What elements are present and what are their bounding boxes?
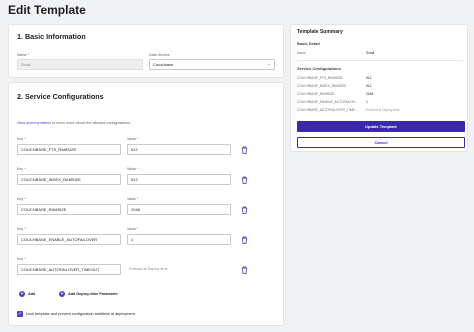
summary-title: Template Summary [297, 29, 343, 35]
key-label: Key * [17, 167, 26, 171]
deploy-time-value: Entered at Deploy time [129, 267, 168, 271]
key-label: Key * [17, 197, 26, 201]
value-input[interactable]: 512 [127, 174, 231, 185]
summary-config-value: 1 [366, 100, 368, 104]
plus-circle-icon: + [59, 291, 65, 297]
summary-config-key: COUCHBASE_AUTOFAILOVER_TIME... [297, 108, 358, 112]
value-input[interactable]: 512 [127, 144, 231, 155]
value-label: Value * [127, 137, 139, 141]
lock-template-label: Lock template and prevent configuration … [26, 312, 136, 316]
key-label: Key * [17, 137, 26, 141]
service-configurations-summary-heading: Service Configurations [297, 66, 341, 71]
trash-icon[interactable] [241, 146, 248, 154]
summary-config-key: COUCHBASE_RAMSIZE [297, 92, 335, 96]
view-documentation-link[interactable]: View documentation [17, 121, 51, 125]
cancel-button[interactable]: Cancel [297, 137, 465, 148]
key-input[interactable]: COUCHBASE_RAMSIZE [17, 204, 121, 215]
summary-config-key: COUCHBASE_ENABLE_AUTOFAILOV... [297, 100, 358, 104]
add-deploy-time-parameter-button[interactable]: + Add Deploy-time Parameter [59, 291, 118, 297]
summary-config-value: 2048 [366, 92, 374, 96]
value-input[interactable]: 1 [127, 234, 231, 245]
plus-circle-icon: + [19, 291, 25, 297]
basic-information-heading: 1. Basic Information [17, 32, 86, 41]
basic-information-card: 1. Basic Information Name * Small Data S… [8, 24, 284, 78]
key-input[interactable]: COUCHBASE_AUTOFAILOVER_TIMEOUT [17, 264, 121, 275]
update-template-button[interactable]: Update Template [297, 121, 465, 132]
key-input[interactable]: COUCHBASE_ENABLE_AUTOFAILOVER [17, 234, 121, 245]
key-label: Key * [17, 227, 26, 231]
data-service-label: Data Service [149, 53, 170, 57]
template-summary-card: Template Summary Basic Detail Name Small… [290, 24, 468, 152]
add-button[interactable]: + Add [19, 291, 35, 297]
summary-config-key: COUCHBASE_INDEX_RAMSIZE [297, 84, 347, 88]
lock-template-option[interactable]: ✓ Lock template and prevent configuratio… [17, 311, 136, 317]
summary-name-key: Name [297, 51, 306, 55]
documentation-intro: View documentation to learn more about t… [17, 121, 132, 125]
key-input[interactable]: COUCHBASE_INDEX_RAMSIZE [17, 174, 121, 185]
summary-config-value: 512 [366, 84, 372, 88]
value-label: Value * [127, 227, 139, 231]
trash-icon[interactable] [241, 176, 248, 184]
name-label: Name * [17, 53, 29, 57]
summary-name-value: Small [366, 51, 375, 55]
value-input[interactable]: 2048 [127, 204, 231, 215]
service-configurations-heading: 2. Service Configurations [17, 92, 104, 101]
value-label: Value * [127, 167, 139, 171]
page-title: Edit Template [8, 3, 86, 17]
trash-icon[interactable] [241, 266, 248, 274]
divider [297, 60, 463, 61]
summary-config-key: COUCHBASE_FTS_RAMSIZE [297, 76, 343, 80]
chevron-down-icon: ⌄ [266, 61, 271, 67]
basic-detail-heading: Basic Detail [297, 41, 320, 46]
trash-icon[interactable] [241, 206, 248, 214]
value-label: Value * [127, 197, 139, 201]
trash-icon[interactable] [241, 236, 248, 244]
name-field[interactable]: Small [17, 59, 143, 70]
summary-config-value: Entered at Deploy time [366, 108, 400, 112]
key-label: Key * [17, 257, 26, 261]
summary-config-value: 512 [366, 76, 372, 80]
data-service-select[interactable]: Couchbase ⌄ [149, 59, 275, 70]
checkbox-checked-icon[interactable]: ✓ [17, 311, 23, 317]
service-configurations-card: 2. Service Configurations View documenta… [8, 82, 284, 326]
key-input[interactable]: COUCHBASE_FTS_RAMSIZE [17, 144, 121, 155]
